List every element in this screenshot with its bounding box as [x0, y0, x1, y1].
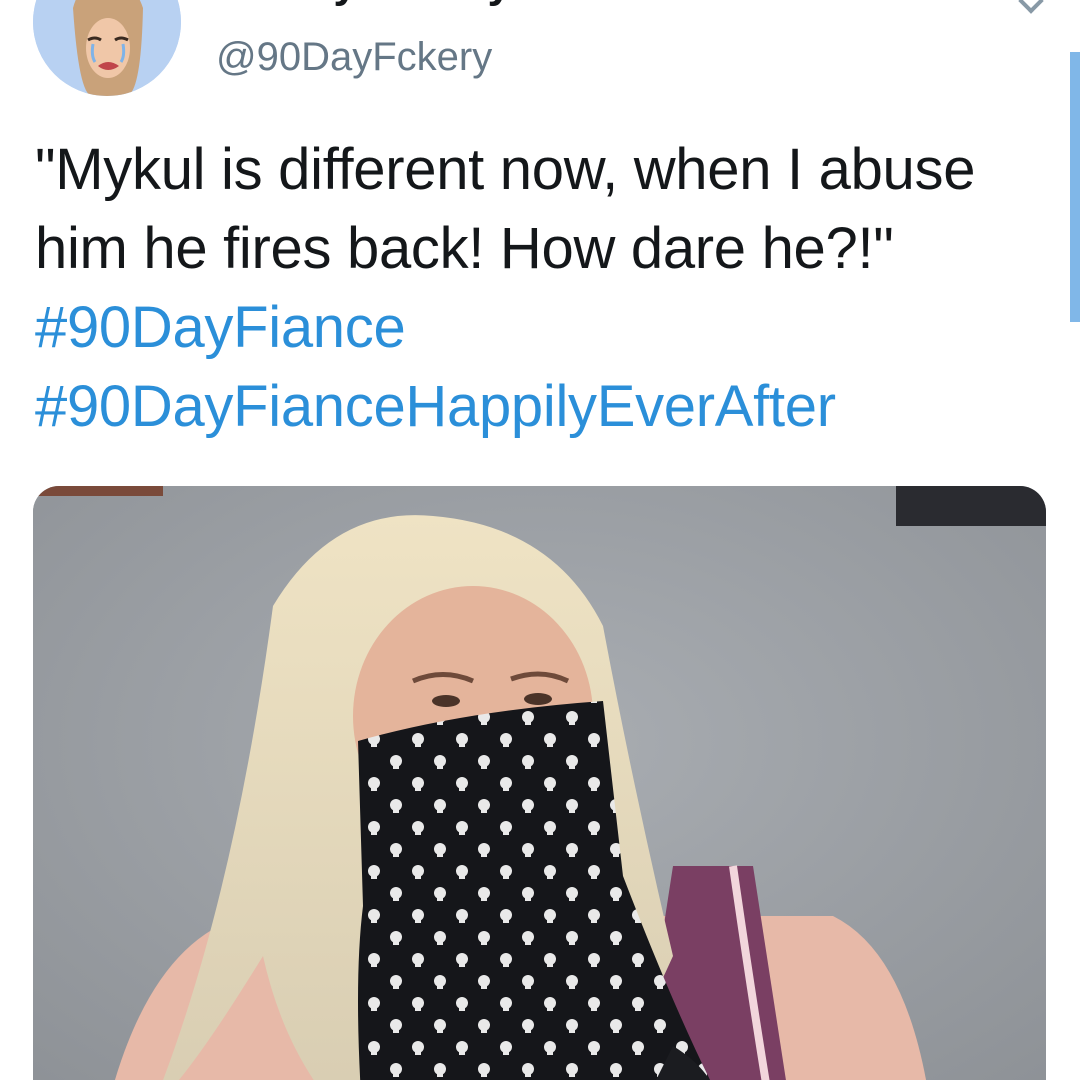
author-avatar[interactable]	[33, 0, 181, 96]
photo-content	[33, 486, 1046, 1080]
tweet-text: "Mykul is different now, when I abuse hi…	[35, 130, 1045, 446]
chevron-down-icon[interactable]	[1018, 0, 1044, 14]
hashtag-link[interactable]: #90DayFianceHappilyEverAfter	[35, 374, 836, 439]
tweet-card: 90 Day Fckery @90DayFckery "Mykul is dif…	[0, 0, 1080, 1080]
tweet-media-photo[interactable]	[33, 486, 1046, 1080]
tweet-quote: "Mykul is different now, when I abuse hi…	[35, 137, 976, 281]
scrollbar[interactable]	[1070, 52, 1080, 322]
hashtag-link[interactable]: #90DayFiance	[35, 295, 406, 360]
avatar-illustration-icon	[33, 0, 181, 96]
author-handle[interactable]: @90DayFckery	[216, 32, 492, 82]
author-display-name[interactable]: 90 Day Fckery	[216, 0, 512, 8]
